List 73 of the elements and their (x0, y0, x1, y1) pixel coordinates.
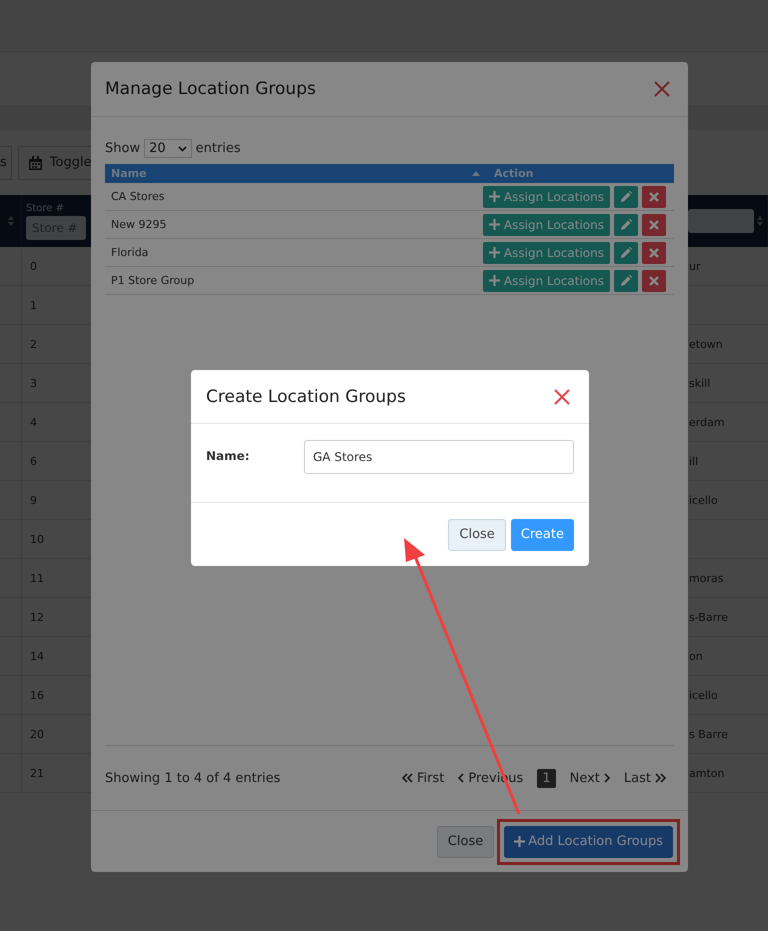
double-chevron-right-icon (655, 773, 666, 783)
filter-field[interactable] (688, 209, 754, 233)
entries-label: entries (196, 141, 241, 156)
table-cell: New 9295 (111, 218, 166, 231)
sort-icon (756, 215, 764, 227)
table-cell: icello (689, 688, 718, 702)
table-cell: icello (689, 494, 718, 506)
close-icon (654, 81, 670, 97)
pencil-icon (620, 274, 632, 286)
column-header[interactable]: Action (494, 167, 534, 180)
table-cell: erdam (689, 416, 725, 428)
pagination-link[interactable]: Last (624, 770, 666, 786)
table-cell: amton (689, 766, 724, 780)
plus-icon (488, 247, 500, 258)
close-icon (649, 192, 659, 202)
table-cell: ill (689, 454, 698, 468)
close-icon (554, 388, 570, 404)
table-cell: on (689, 650, 703, 662)
chevron-right-icon (604, 773, 610, 783)
pencil-icon (620, 218, 632, 230)
pagination-link[interactable]: First (402, 770, 444, 786)
table-cell: etown (689, 338, 723, 350)
sort-ascending-icon (472, 171, 480, 176)
page-number[interactable]: 1 (537, 768, 556, 788)
plus-icon (488, 219, 500, 230)
close-button[interactable] (554, 388, 570, 404)
edit-button[interactable] (614, 214, 638, 236)
name-field[interactable]: GA Stores (304, 440, 574, 474)
assign-locations-button[interactable]: Assign Locations (482, 242, 610, 264)
table-cell: moras (689, 572, 724, 584)
add-location-groups-button[interactable]: Add Location Groups (504, 826, 673, 858)
chevron-left-icon (458, 773, 464, 783)
modal-title: Manage Location Groups (105, 79, 316, 99)
assign-locations-button[interactable]: Assign Locations (482, 270, 610, 292)
calendar-icon (28, 156, 42, 170)
table-info: Showing 1 to 4 of 4 entries (105, 770, 280, 786)
pagination-link[interactable]: Next (570, 770, 610, 786)
edit-button[interactable] (614, 242, 638, 264)
table-cell: s Barre (689, 728, 728, 740)
plus-icon (488, 275, 500, 286)
field-label: Name: (206, 449, 251, 463)
pencil-icon (620, 246, 632, 258)
table-cell: Florida (111, 246, 148, 259)
assign-locations-button[interactable]: Assign Locations (482, 186, 610, 208)
caret-icon (178, 146, 187, 152)
pencil-icon (620, 190, 632, 202)
close-icon (649, 248, 659, 258)
delete-button[interactable] (642, 186, 666, 208)
create-button[interactable]: Create (510, 518, 574, 550)
delete-button[interactable] (642, 214, 666, 236)
close-button[interactable]: Close (436, 826, 494, 858)
table-cell: ur (689, 260, 700, 272)
plus-icon (514, 836, 526, 847)
sort-icon (7, 215, 15, 227)
close-icon (649, 276, 659, 286)
table-cell: s-Barre (689, 610, 728, 624)
page-length-select[interactable]: 20 (144, 139, 192, 158)
assign-locations-button[interactable]: Assign Locations (482, 214, 610, 236)
close-button[interactable]: Close (448, 518, 506, 550)
table-cell: CA Stores (111, 190, 165, 203)
table-cell: skill (689, 376, 710, 390)
delete-button[interactable] (642, 270, 666, 292)
close-icon (649, 220, 659, 230)
edit-button[interactable] (614, 186, 638, 208)
close-button[interactable] (654, 81, 670, 97)
double-chevron-left-icon (402, 773, 414, 783)
toolbar-button[interactable]: s (0, 146, 12, 180)
edit-button[interactable] (614, 270, 638, 292)
delete-button[interactable] (642, 242, 666, 264)
column-header[interactable]: Name (111, 167, 147, 180)
table-cell: P1 Store Group (111, 274, 194, 287)
plus-icon (488, 191, 500, 202)
show-label: Show (105, 141, 140, 156)
